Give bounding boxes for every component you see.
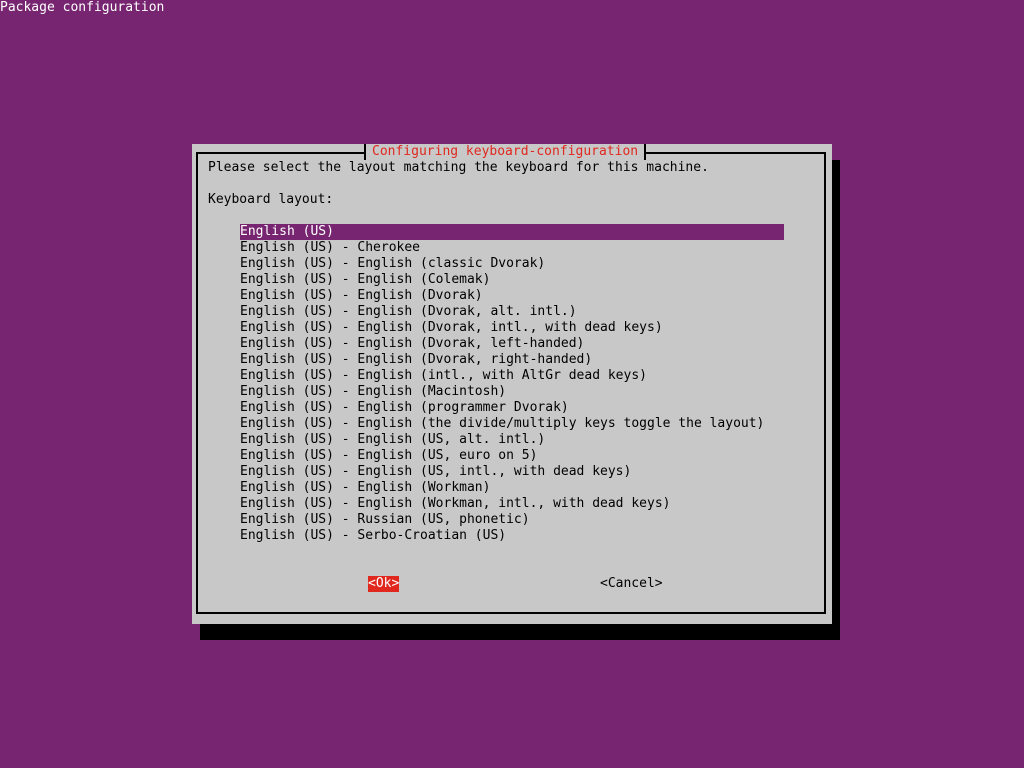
list-item[interactable]: English (US) - English (intl., with AltG… [240,368,784,384]
list-item[interactable]: English (US) - English (US, alt. intl.) [240,432,784,448]
list-item[interactable]: English (US) - Serbo-Croatian (US) [240,528,784,544]
cancel-button[interactable]: <Cancel> [600,576,663,592]
list-item[interactable]: English (US) - English (Dvorak, intl., w… [240,320,784,336]
list-item[interactable]: English (US) - English (Dvorak, right-ha… [240,352,784,368]
list-item[interactable]: English (US) - English (the divide/multi… [240,416,784,432]
dialog-prompt: Please select the layout matching the ke… [208,160,709,175]
list-item[interactable]: English (US) - English (Workman) [240,480,784,496]
dialog-title: Configuring keyboard-configuration [364,144,647,160]
list-item[interactable]: English (US) - English (Macintosh) [240,384,784,400]
list-item[interactable]: English (US) - English (Dvorak) [240,288,784,304]
list-item[interactable]: English (US) - English (Workman, intl., … [240,496,784,512]
backtitle: Package configuration [0,0,165,15]
list-item[interactable]: English (US) - English (programmer Dvora… [240,400,784,416]
list-item[interactable]: English (US) - English (Colemak) [240,272,784,288]
keyboard-layout-label: Keyboard layout: [208,192,334,207]
keyboard-layout-list[interactable]: English (US) English (US) - Cherokee Eng… [240,224,784,544]
list-item[interactable]: English (US) - English (Dvorak, left-han… [240,336,784,352]
list-item[interactable]: English (US) - Russian (US, phonetic) [240,512,784,528]
keyboard-configuration-dialog: Configuring keyboard-configuration Pleas… [192,144,832,624]
list-item[interactable]: English (US) - English (US, euro on 5) [240,448,784,464]
list-item[interactable]: English (US) - English (classic Dvorak) [240,256,784,272]
list-item[interactable]: English (US) - English (Dvorak, alt. int… [240,304,784,320]
list-item[interactable]: English (US) - Cherokee [240,240,784,256]
list-item-selected[interactable]: English (US) [240,224,784,240]
list-item[interactable]: English (US) - English (US, intl., with … [240,464,784,480]
ok-button[interactable]: <Ok> [368,576,400,592]
